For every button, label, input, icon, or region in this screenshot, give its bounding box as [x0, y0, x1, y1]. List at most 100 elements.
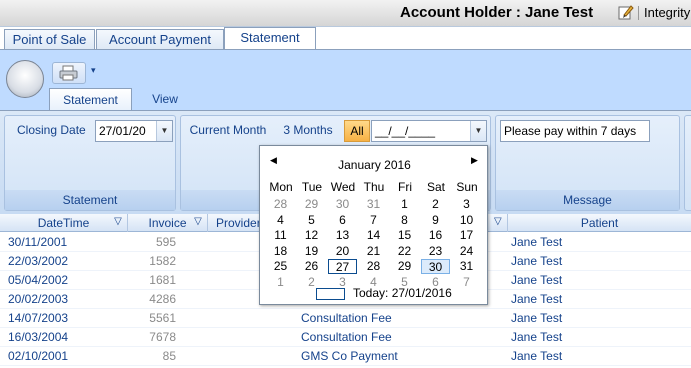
message-group: Please pay within 7 days Message [495, 115, 680, 211]
calendar-day[interactable]: 25 [266, 259, 295, 274]
statement-group-footer: Statement [5, 190, 175, 210]
calendar-day[interactable]: 1 [390, 197, 419, 212]
calendar-day[interactable]: 16 [421, 228, 450, 243]
calendar-day[interactable]: 30 [328, 197, 357, 212]
print-button[interactable] [52, 62, 86, 84]
date-mask-input[interactable]: __/__/____ ▼ [371, 120, 487, 142]
today-button[interactable]: Today: 27/01/2016 [353, 286, 452, 300]
ribbon-tab-statement[interactable]: Statement [49, 88, 132, 110]
col-header-datetime[interactable]: DateTime ▽ [0, 214, 128, 232]
calendar-day[interactable]: 3 [452, 197, 481, 212]
col-header-invoice[interactable]: Invoice ▽ [128, 214, 208, 232]
quick-access-dropdown-icon[interactable]: ▾ [91, 65, 96, 76]
calendar-day[interactable]: 19 [297, 244, 326, 259]
calendar-day[interactable]: 5 [297, 213, 326, 228]
calendar-day[interactable]: 21 [359, 244, 388, 259]
calendar-day[interactable]: 8 [390, 213, 419, 228]
chevron-down-icon[interactable]: ▼ [470, 121, 486, 141]
app-name: Integrity [644, 5, 691, 20]
col-header-patient[interactable]: Patient [508, 214, 691, 232]
table-row[interactable]: 02/10/2001 85 GMS Co Payment Jane Test [0, 347, 691, 366]
row-invoice: 1582 [149, 254, 176, 268]
calendar-month-title: January 2016 [338, 158, 411, 172]
tab-account-payment[interactable]: Account Payment [96, 29, 224, 50]
main-tab-strip: Point of Sale Account Payment Statement [0, 27, 691, 50]
row-date: 30/11/2001 [8, 235, 68, 249]
divider [638, 6, 639, 20]
calendar-day[interactable]: 22 [390, 244, 419, 259]
printer-icon [59, 65, 78, 81]
row-date: 05/04/2002 [8, 273, 69, 287]
calendar-day[interactable]: 28 [359, 259, 388, 274]
closing-date-value: 27/01/20 [99, 124, 146, 138]
calendar-day[interactable]: 13 [328, 228, 357, 243]
calendar-day[interactable]: 15 [390, 228, 419, 243]
calendar-day[interactable]: 7 [359, 213, 388, 228]
row-patient: Jane Test [511, 235, 563, 249]
calendar-day[interactable]: 27 [328, 259, 357, 274]
calendar-day[interactable]: 6 [328, 213, 357, 228]
calendar-day[interactable]: 24 [452, 244, 481, 259]
pencil-icon[interactable] [618, 4, 634, 20]
col-header-label: Provider [216, 216, 261, 230]
calendar-day[interactable]: 14 [359, 228, 388, 243]
calendar-day[interactable]: 2 [421, 197, 450, 212]
row-invoice: 85 [162, 349, 176, 363]
calendar-day[interactable]: 9 [421, 213, 450, 228]
col-header-label: Patient [580, 216, 619, 230]
calendar-day[interactable]: 30 [421, 259, 450, 274]
table-row[interactable]: 16/03/2004 7678 Consultation Fee Jane Test [0, 328, 691, 347]
filter-icon[interactable]: ▽ [112, 216, 124, 228]
message-input[interactable]: Please pay within 7 days [500, 120, 650, 142]
statement-group: Closing Date 27/01/20 ▼ Statement [4, 115, 176, 211]
calendar-day[interactable]: 1 [266, 275, 295, 290]
account-holder-label: Account Holder : Jane Test [400, 4, 594, 21]
next-month-arrow-icon[interactable]: ▶ [471, 155, 478, 166]
filter-icon[interactable]: ▽ [192, 216, 204, 228]
calendar-day[interactable]: 18 [266, 244, 295, 259]
message-group-footer: Message [496, 190, 679, 210]
row-date: 20/02/2003 [8, 292, 69, 306]
calendar-day[interactable]: 29 [390, 259, 419, 274]
row-patient: Jane Test [511, 254, 563, 268]
calendar-day[interactable]: 20 [328, 244, 357, 259]
row-patient: Jane Test [511, 349, 563, 363]
weekday-label: Mon [269, 180, 293, 194]
row-date: 16/03/2004 [8, 330, 69, 344]
calendar-day[interactable]: 17 [452, 228, 481, 243]
row-date: 02/10/2001 [8, 349, 69, 363]
tab-point-of-sale[interactable]: Point of Sale [4, 29, 95, 50]
row-description: Consultation Fee [301, 311, 392, 325]
three-months-button[interactable]: 3 Months [276, 120, 340, 142]
col-header-label: DateTime [37, 216, 90, 230]
table-row[interactable]: 14/07/2003 5561 Consultation Fee Jane Test [0, 309, 691, 328]
calendar-day[interactable]: 4 [266, 213, 295, 228]
tab-statement[interactable]: Statement [224, 27, 316, 49]
current-month-button[interactable]: Current Month [185, 120, 271, 142]
row-invoice: 595 [155, 235, 176, 249]
filter-icon[interactable]: ▽ [494, 216, 506, 228]
all-button[interactable]: All [344, 120, 370, 142]
calendar-day[interactable]: 29 [297, 197, 326, 212]
row-invoice: 7678 [149, 330, 176, 344]
chevron-down-icon[interactable]: ▼ [156, 121, 172, 141]
date-mask-value: __/__/____ [375, 124, 436, 138]
ribbon-tab-view[interactable]: View [140, 88, 190, 110]
calendar-day[interactable]: 11 [266, 228, 295, 243]
calendar-day[interactable]: 28 [266, 197, 295, 212]
weekday-label: Fri [398, 180, 412, 194]
calendar-day[interactable]: 23 [421, 244, 450, 259]
row-patient: Jane Test [511, 292, 563, 306]
calendar-day[interactable]: 31 [359, 197, 388, 212]
closing-date-label: Closing Date [17, 123, 86, 137]
closing-date-field[interactable]: 27/01/20 ▼ [95, 120, 173, 142]
calendar-day[interactable]: 12 [297, 228, 326, 243]
calendar-day[interactable]: 31 [452, 259, 481, 274]
calendar-day[interactable]: 10 [452, 213, 481, 228]
weekday-label: Sat [426, 180, 445, 194]
calendar-day[interactable]: 7 [452, 275, 481, 290]
weekday-label: Tue [301, 180, 323, 194]
row-invoice: 4286 [149, 292, 176, 306]
calendar-day[interactable]: 26 [297, 259, 326, 274]
application-menu-button[interactable] [6, 60, 44, 98]
